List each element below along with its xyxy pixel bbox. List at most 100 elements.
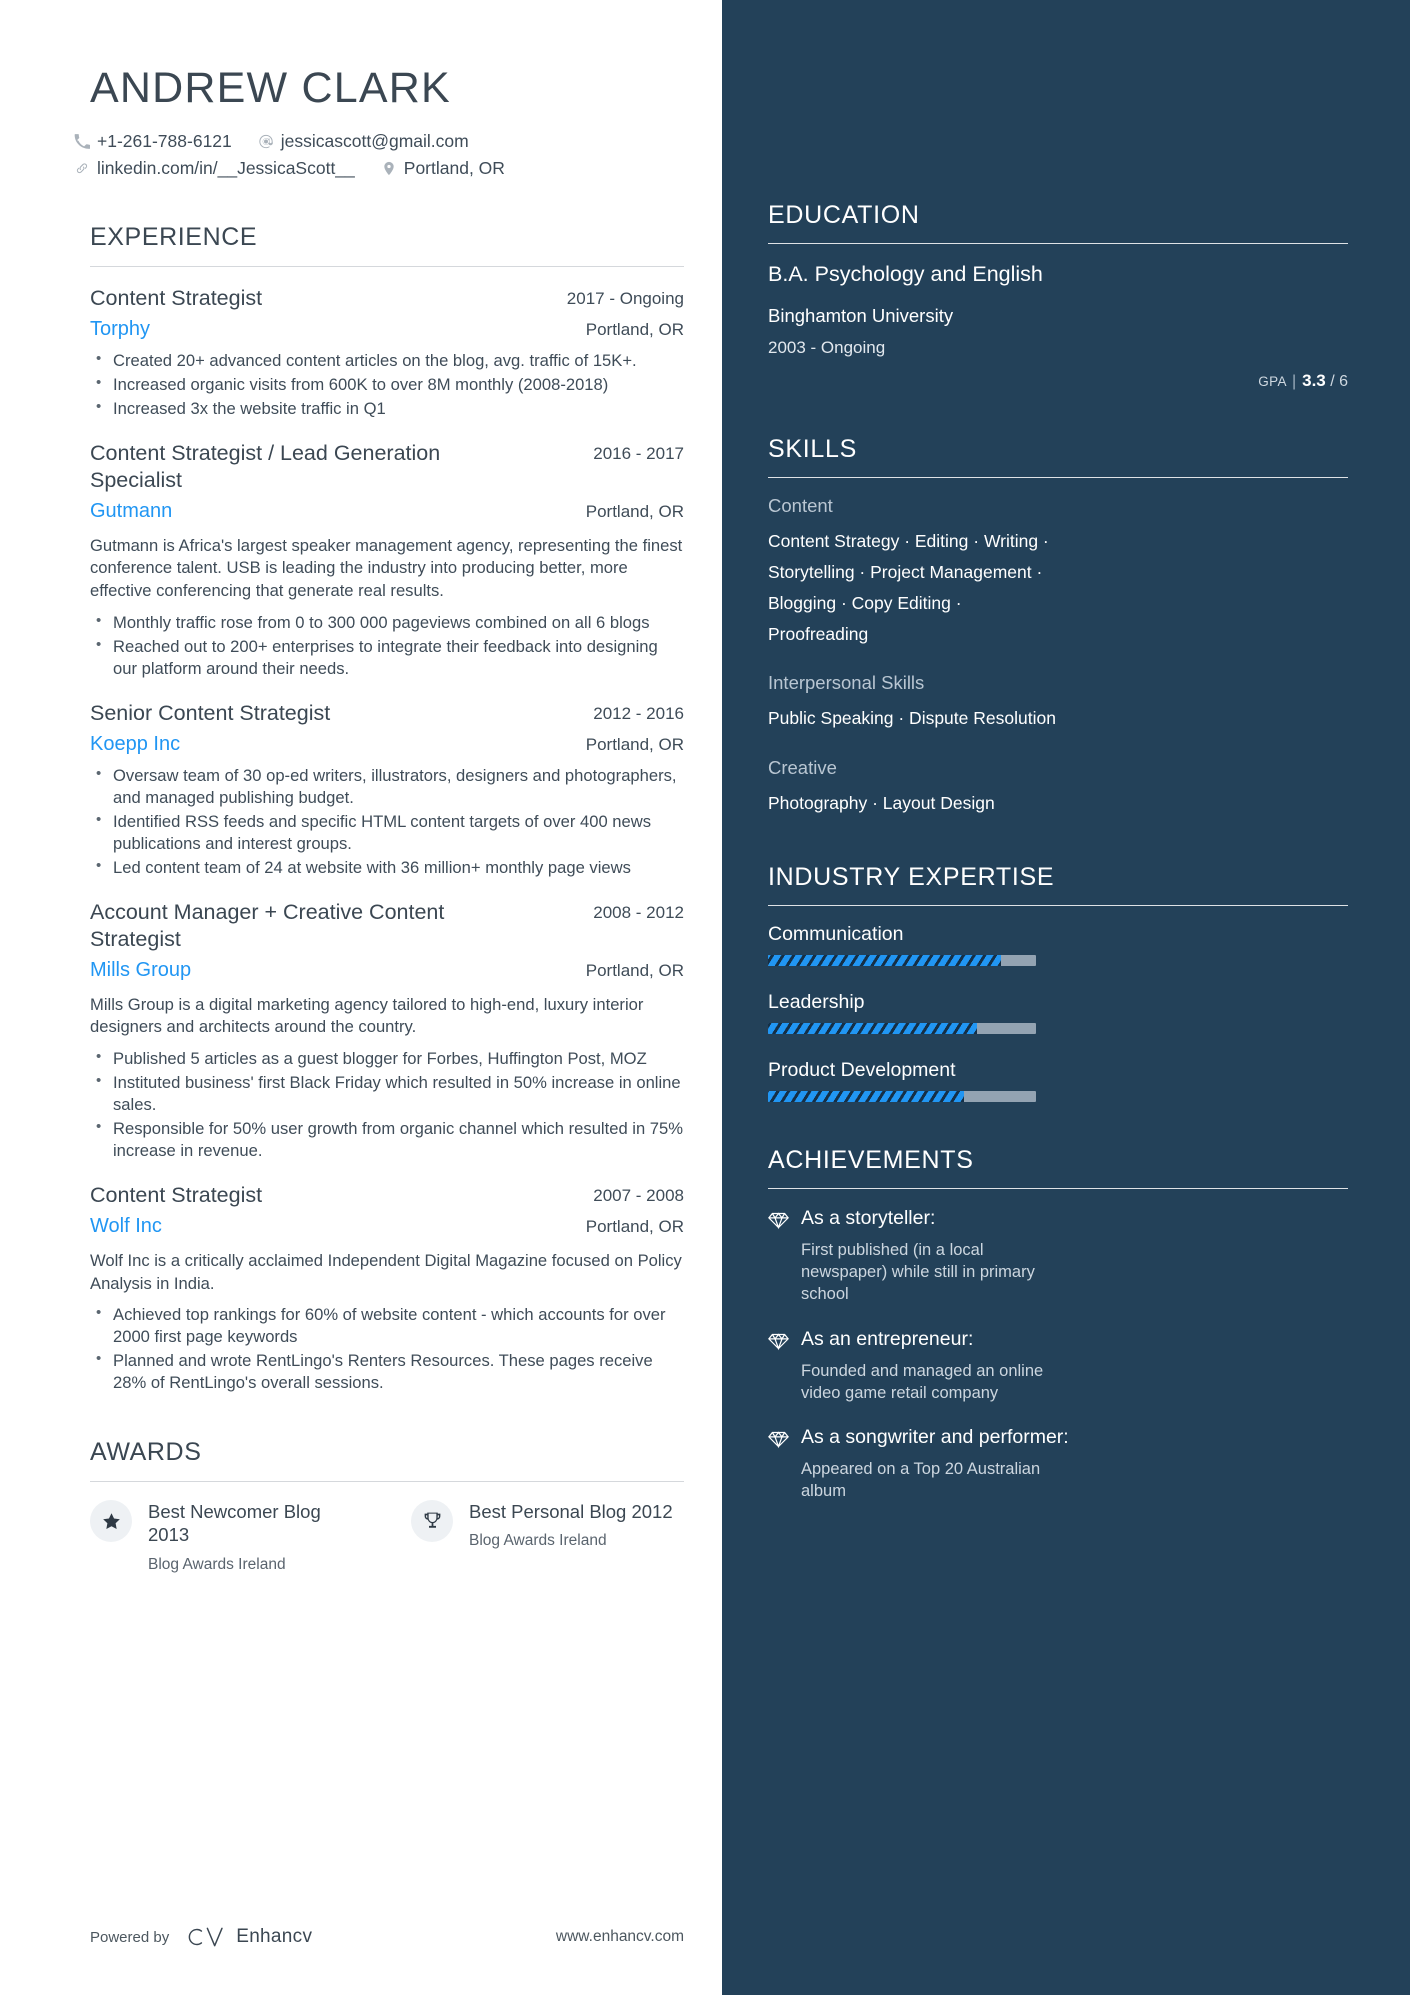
experience-item: Content Strategist 2017 - Ongoing Torphy… (90, 285, 684, 420)
achievement-text: Appeared on a Top 20 Australian album (801, 1460, 1041, 1501)
education-degree: B.A. Psychology and English (768, 262, 1043, 286)
experience-item: Senior Content Strategist 2012 - 2016 Ko… (90, 700, 684, 879)
list-item: Reached out to 200+ enterprises to integ… (90, 635, 684, 680)
sidebar: EDUCATION B.A. Psychology and English Bi… (722, 0, 1410, 1995)
job-location: Portland, OR (585, 734, 684, 754)
expertise-progress-fill (768, 1090, 964, 1102)
trophy-icon (411, 1500, 453, 1543)
gpa-value: 3.3 (1302, 370, 1326, 390)
industry-expertise-list: Communication Leadership Product Develop… (768, 923, 1348, 1102)
skill-group: Content Content Strategy · Editing · Wri… (768, 495, 1348, 651)
job-description: Wolf Inc is a critically acclaimed Indep… (90, 1250, 682, 1293)
contact-linkedin[interactable]: linkedin.com/in/__JessicaScott__ (74, 158, 355, 179)
contact-location: Portland, OR (381, 158, 505, 179)
section-divider (90, 1481, 684, 1483)
job-company[interactable]: Mills Group (90, 959, 191, 982)
job-title: Account Manager + Creative Content Strat… (90, 899, 445, 951)
section-divider (90, 266, 684, 267)
section-heading-skills: SKILLS (768, 434, 857, 463)
section-heading-awards: AWARDS (90, 1438, 202, 1467)
list-item: Increased 3x the website traffic in Q1 (90, 397, 684, 420)
education-date: 2003 - Ongoing (768, 337, 886, 357)
experience-item: Account Manager + Creative Content Strat… (90, 899, 684, 1162)
job-date: 2007 - 2008 (593, 1186, 684, 1206)
job-bullets: Achieved top rankings for 60% of website… (90, 1303, 684, 1394)
diamond-icon (768, 1331, 789, 1352)
list-item: Instituted business' first Black Friday … (90, 1071, 684, 1116)
list-item: Oversaw team of 30 op-ed writers, illust… (90, 764, 684, 809)
page-footer: Powered by Enhancv www.enhancv.com (90, 1925, 684, 1949)
expertise-label: Product Development (768, 1058, 956, 1081)
achievement-title: As a songwriter and performer: (801, 1426, 1069, 1449)
footer-website: www.enhancv.com (555, 1928, 684, 1945)
gpa-max: / 6 (1330, 372, 1348, 390)
job-location: Portland, OR (585, 960, 684, 980)
expertise-item: Leadership (768, 991, 1348, 1034)
achievement-item: As a songwriter and performer: Appeared … (768, 1425, 1348, 1503)
list-item: Published 5 articles as a guest blogger … (90, 1047, 684, 1070)
list-item: Responsible for 50% user growth from org… (90, 1117, 684, 1162)
section-divider (768, 476, 1348, 478)
experience-item: Content Strategist 2007 - 2008 Wolf Inc … (90, 1182, 684, 1394)
list-item: Created 20+ advanced content articles on… (90, 349, 684, 372)
expertise-item: Communication (768, 923, 1348, 966)
job-description: Mills Group is a digital marketing agenc… (90, 994, 644, 1037)
diamond-icon (768, 1210, 789, 1231)
section-heading-achievements: ACHIEVEMENTS (768, 1145, 974, 1174)
enhancv-wordmark: Enhancv (236, 1926, 313, 1947)
job-location: Portland, OR (585, 501, 684, 521)
contact-email-text: jessicascott@gmail.com (280, 131, 469, 151)
contact-phone-text: +1-261-788-6121 (97, 131, 232, 151)
powered-by-block: Powered by Enhancv (90, 1925, 312, 1949)
job-date: 2016 - 2017 (593, 444, 684, 464)
contact-email: jessicascott@gmail.com (258, 131, 469, 152)
page-title: ANDREW CLARK (90, 64, 451, 112)
skill-items: Content Strategy · Editing · Writing · S… (768, 530, 1049, 645)
job-bullets: Oversaw team of 30 op-ed writers, illust… (90, 764, 684, 879)
gpa-separator: | (1291, 372, 1297, 390)
award-item: Best Newcomer Blog 2013 Blog Awards Irel… (90, 1500, 363, 1573)
section-divider (768, 243, 1348, 244)
expertise-progress-track (768, 1090, 1036, 1102)
main-column: ANDREW CLARK +1-261-788-6121 jessicascot… (0, 0, 722, 1995)
job-company[interactable]: Gutmann (90, 500, 172, 523)
job-title: Content Strategist (90, 286, 263, 310)
link-icon (74, 160, 90, 177)
expertise-label: Leadership (768, 990, 865, 1013)
job-description: Gutmann is Africa's largest speaker mana… (90, 535, 683, 600)
list-item: Increased organic visits from 600K to ov… (90, 373, 684, 396)
job-date: 2008 - 2012 (593, 902, 684, 922)
job-company[interactable]: Koepp Inc (90, 733, 180, 756)
location-pin-icon (381, 160, 397, 177)
expertise-progress-track (768, 954, 1036, 966)
job-date: 2012 - 2016 (593, 703, 684, 723)
phone-icon (74, 133, 90, 150)
section-heading-industry-expertise: INDUSTRY EXPERTISE (768, 862, 1055, 891)
section-heading-experience: EXPERIENCE (90, 223, 258, 251)
achievement-text: Founded and managed an online video game… (801, 1361, 1044, 1402)
contact-location-text: Portland, OR (403, 158, 505, 178)
job-bullets: Published 5 articles as a guest blogger … (90, 1047, 684, 1162)
list-item: Identified RSS feeds and specific HTML c… (90, 810, 684, 855)
job-title: Content Strategist (90, 1183, 263, 1208)
contact-phone: +1-261-788-6121 (74, 131, 232, 152)
experience-item: Content Strategist / Lead Generation Spe… (90, 440, 684, 680)
skill-group: Creative Photography · Layout Design (768, 757, 1348, 819)
contact-linkedin-text: linkedin.com/in/__JessicaScott__ (97, 158, 355, 178)
expertise-label: Communication (768, 922, 904, 945)
skill-category: Creative (768, 756, 837, 778)
star-icon (90, 1500, 132, 1543)
award-title: Best Personal Blog 2012 (469, 1501, 673, 1523)
list-item: Led content team of 24 at website with 3… (90, 856, 684, 879)
expertise-progress-fill (768, 1022, 978, 1034)
achievements-list: As a storyteller: First published (in a … (768, 1206, 1348, 1503)
job-company[interactable]: Wolf Inc (90, 1215, 162, 1238)
award-title: Best Newcomer Blog 2013 (148, 1501, 321, 1546)
section-heading-education: EDUCATION (768, 201, 920, 229)
award-item: Best Personal Blog 2012 Blog Awards Irel… (411, 1500, 684, 1573)
job-company[interactable]: Torphy (90, 318, 150, 341)
job-location: Portland, OR (585, 1216, 684, 1236)
achievement-title: As a storyteller: (801, 1206, 936, 1229)
expertise-item: Product Development (768, 1059, 1348, 1102)
enhancv-logo: Enhancv (185, 1925, 312, 1949)
